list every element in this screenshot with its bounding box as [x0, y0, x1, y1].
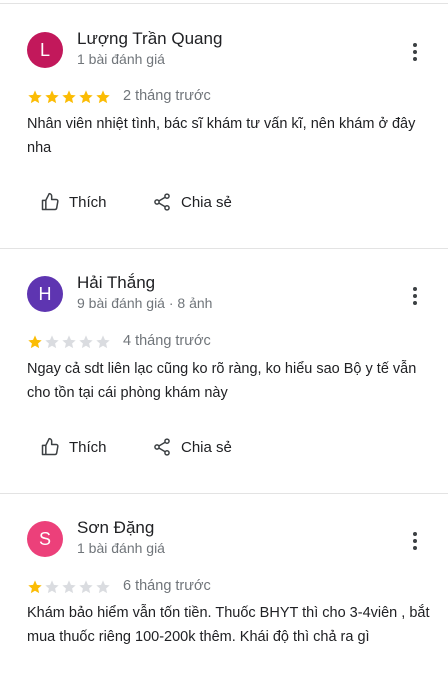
reviewer-meta: 1 bài đánh giá — [77, 540, 165, 556]
star-empty-icon — [62, 580, 76, 594]
star-empty-icon — [96, 335, 110, 349]
review-card: H Hải Thắng 9 bài đánh giá · 8 ảnh 4 thá… — [0, 249, 448, 494]
share-icon — [154, 193, 170, 211]
review-time: 6 tháng trước — [123, 578, 211, 594]
star-filled-icon — [96, 90, 110, 104]
like-button[interactable]: Thích — [40, 192, 107, 212]
review-text: Ngay cả sdt liên lạc cũng ko rõ ràng, ko… — [27, 361, 417, 401]
review-time: 2 tháng trước — [123, 88, 211, 104]
reviewer-name[interactable]: Lượng Trần Quang — [77, 29, 222, 49]
star-empty-icon — [79, 335, 93, 349]
thumbs-up-icon — [41, 192, 59, 211]
star-empty-icon — [45, 580, 59, 594]
star-empty-icon — [45, 335, 59, 349]
review-time: 4 tháng trước — [123, 333, 211, 349]
like-label: Thích — [69, 438, 107, 456]
thumbs-up-icon — [41, 437, 59, 456]
star-empty-icon — [62, 335, 76, 349]
share-button[interactable]: Chia sẻ — [152, 192, 232, 212]
review-text: Nhân viên nhiệt tình, bác sĩ khám tư vấn… — [27, 116, 416, 156]
review-text: Khám bảo hiểm vẫn tốn tiền. Thuốc BHYT t… — [27, 605, 430, 645]
avatar[interactable]: H — [27, 276, 63, 312]
like-button[interactable]: Thích — [40, 437, 107, 457]
share-label: Chia sẻ — [181, 193, 232, 211]
star-rating — [27, 334, 111, 350]
more-options-icon[interactable] — [406, 529, 424, 553]
reviewer-meta: 1 bài đánh giá — [77, 51, 165, 67]
star-filled-icon — [28, 90, 42, 104]
more-options-icon[interactable] — [406, 284, 424, 308]
star-rating — [27, 579, 111, 595]
share-icon — [154, 438, 170, 456]
more-options-icon[interactable] — [406, 40, 424, 64]
star-filled-icon — [28, 335, 42, 349]
reviewer-meta: 9 bài đánh giá · 8 ảnh — [77, 295, 213, 311]
star-rating — [27, 89, 111, 105]
star-empty-icon — [96, 580, 110, 594]
reviewer-name[interactable]: Sơn Đặng — [77, 518, 154, 538]
star-filled-icon — [62, 90, 76, 104]
share-label: Chia sẻ — [181, 438, 232, 456]
star-filled-icon — [79, 90, 93, 104]
like-label: Thích — [69, 193, 107, 211]
star-filled-icon — [45, 90, 59, 104]
star-empty-icon — [79, 580, 93, 594]
avatar[interactable]: L — [27, 32, 63, 68]
avatar[interactable]: S — [27, 521, 63, 557]
reviewer-name[interactable]: Hải Thắng — [77, 273, 155, 293]
review-card: S Sơn Đặng 1 bài đánh giá 6 tháng trước … — [0, 494, 448, 693]
review-card: L Lượng Trần Quang 1 bài đánh giá 2 thán… — [0, 4, 448, 249]
star-filled-icon — [28, 580, 42, 594]
share-button[interactable]: Chia sẻ — [152, 437, 232, 457]
